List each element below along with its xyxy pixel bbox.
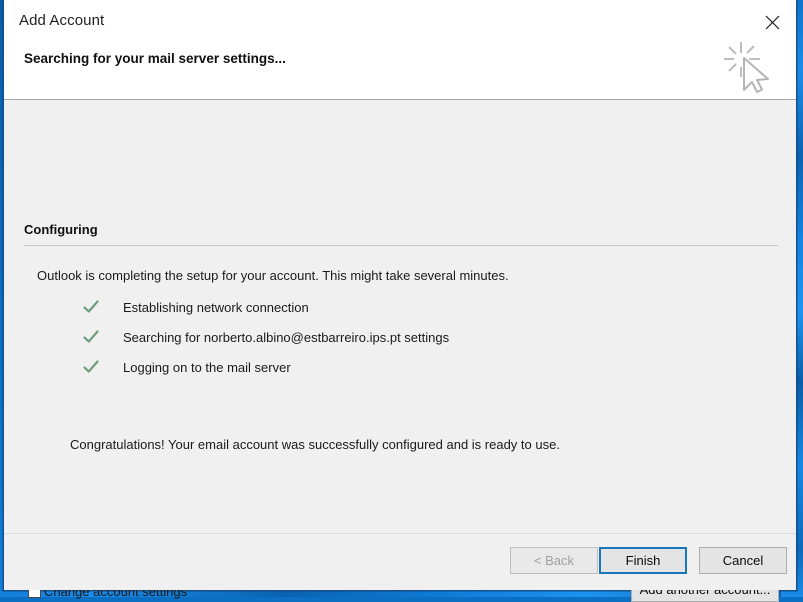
dialog-footer: < Back Finish Cancel: [4, 533, 796, 590]
progress-step-label: Searching for norberto.albino@estbarreir…: [123, 330, 449, 345]
dialog-header: Add Account Searching for your mail serv…: [4, 0, 796, 100]
finish-button[interactable]: Finish: [599, 547, 687, 574]
progress-step: Establishing network connection: [82, 294, 682, 320]
window-title: Add Account: [19, 12, 104, 29]
searching-cursor-icon: [720, 38, 778, 96]
progress-step-label: Establishing network connection: [123, 300, 309, 315]
progress-step-list: Establishing network connection Searchin…: [82, 294, 682, 384]
back-button[interactable]: < Back: [510, 547, 598, 574]
close-icon: [765, 15, 780, 30]
checkmark-icon: [82, 358, 100, 376]
checkmark-icon: [82, 328, 100, 346]
section-divider: [24, 245, 778, 246]
page-title: Searching for your mail server settings.…: [24, 51, 286, 66]
success-message: Congratulations! Your email account was …: [70, 437, 560, 452]
checkmark-icon: [82, 298, 100, 316]
dialog-body: Configuring Outlook is completing the se…: [4, 100, 796, 590]
back-button-label: < Back: [534, 553, 574, 568]
cancel-button-label: Cancel: [723, 553, 763, 568]
add-account-dialog: Add Account Searching for your mail serv…: [3, 0, 797, 591]
intro-text: Outlook is completing the setup for your…: [37, 268, 509, 283]
close-button[interactable]: [754, 6, 790, 38]
finish-button-label: Finish: [626, 553, 661, 568]
cancel-button[interactable]: Cancel: [699, 547, 787, 574]
section-title: Configuring: [24, 222, 98, 237]
progress-step: Searching for norberto.albino@estbarreir…: [82, 324, 682, 350]
progress-step-label: Logging on to the mail server: [123, 360, 291, 375]
progress-step: Logging on to the mail server: [82, 354, 682, 380]
